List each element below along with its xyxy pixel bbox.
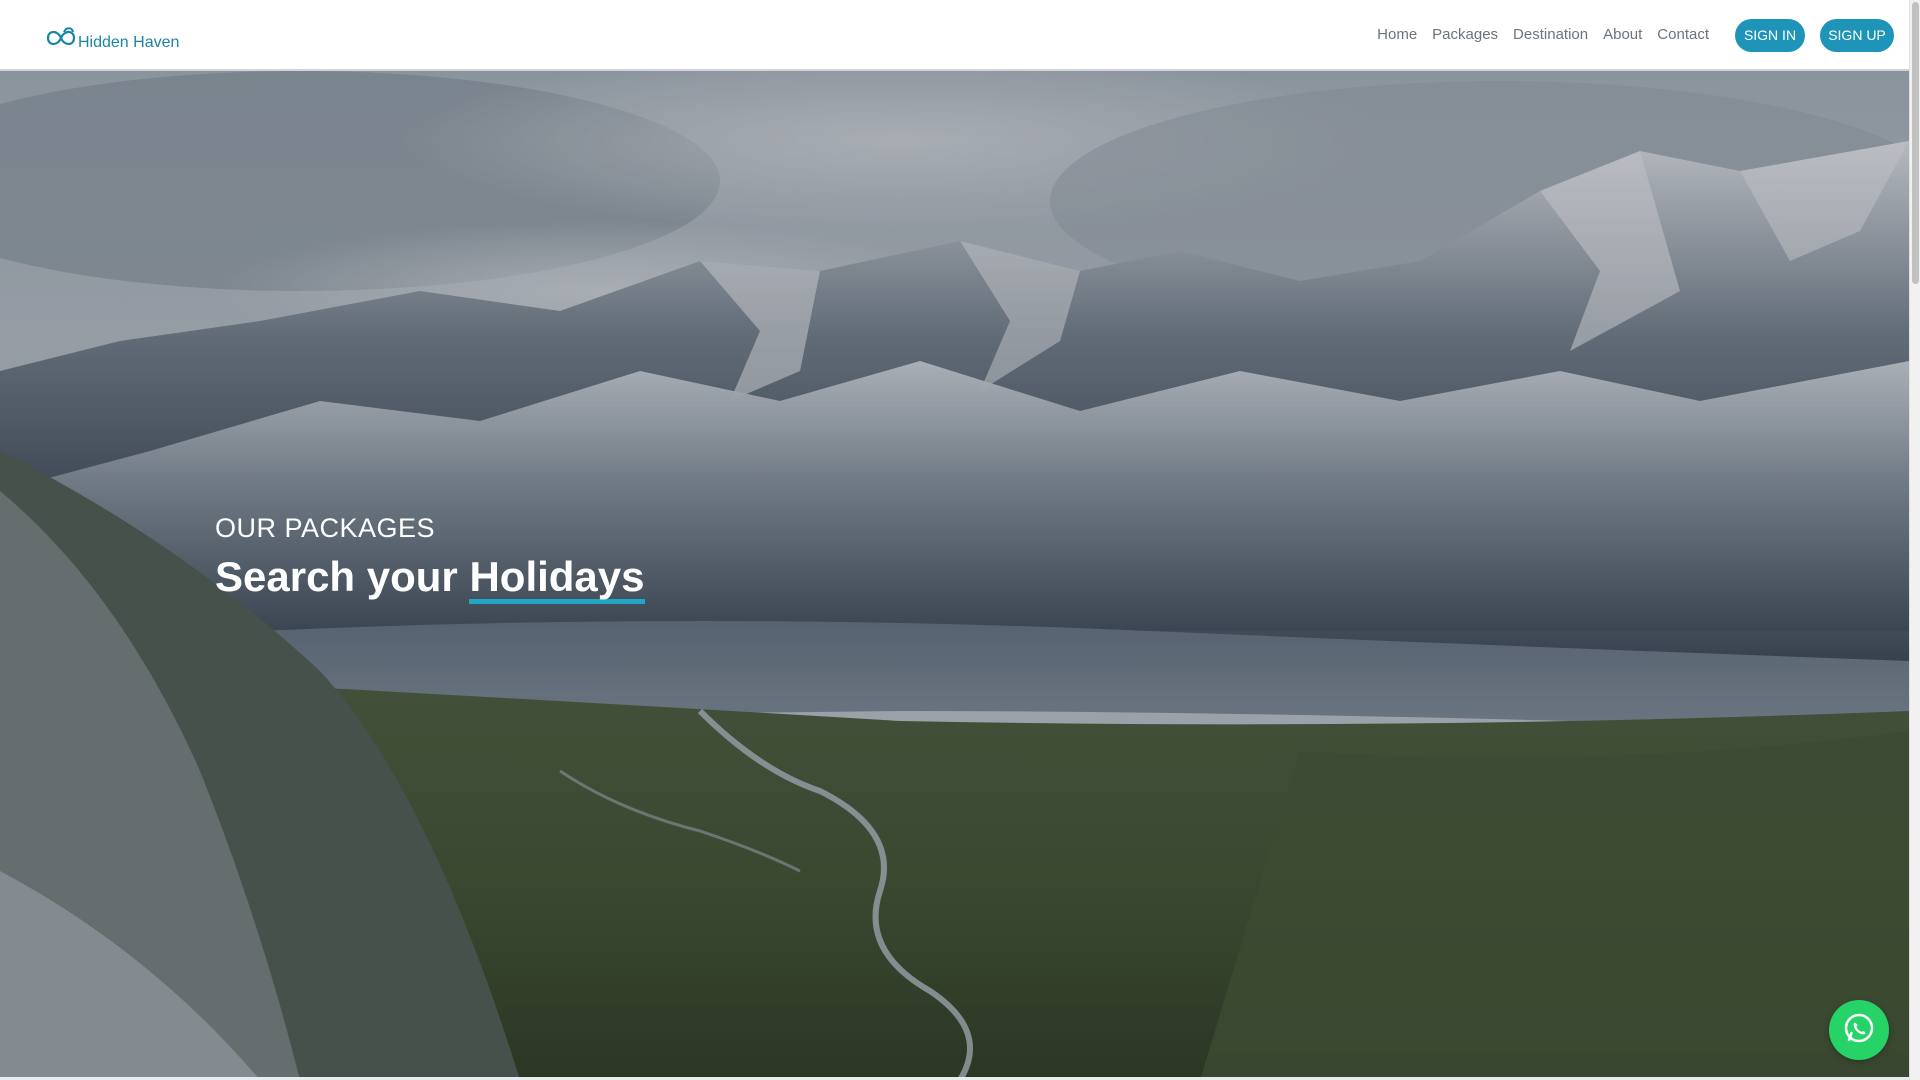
- hero-title-prefix: Search your: [215, 553, 470, 600]
- infinity-cloud-icon: [44, 24, 78, 48]
- page-viewport: Hidden Haven Home Packages Destination A…: [0, 0, 1909, 1080]
- main-nav: Home Packages Destination About Contact: [1362, 25, 1709, 45]
- scrollbar-thumb[interactable]: [1912, 2, 1919, 284]
- hero-title-highlight: Holidays: [469, 555, 645, 604]
- brand-name: Hidden Haven: [78, 34, 180, 51]
- nav-contact[interactable]: Contact: [1657, 25, 1709, 45]
- hero-eyebrow: OUR PACKAGES: [215, 513, 436, 543]
- brand-logo-link[interactable]: Hidden Haven: [44, 20, 179, 52]
- nav-about[interactable]: About: [1603, 25, 1642, 45]
- sign-in-button[interactable]: SIGN IN: [1735, 19, 1805, 52]
- nav-destination[interactable]: Destination: [1513, 25, 1588, 45]
- hero-section: OUR PACKAGES Search your Holidays: [0, 71, 1909, 1080]
- site-header: Hidden Haven Home Packages Destination A…: [0, 0, 1909, 71]
- nav-packages[interactable]: Packages: [1432, 25, 1498, 45]
- nav-home[interactable]: Home: [1377, 25, 1417, 45]
- page-scrollbar[interactable]: [1909, 0, 1920, 1080]
- whatsapp-icon: [1842, 1011, 1876, 1050]
- whatsapp-chat-button[interactable]: [1829, 1000, 1889, 1060]
- hero-title: Search your Holidays: [215, 553, 645, 604]
- sign-up-button[interactable]: SIGN UP: [1820, 19, 1894, 52]
